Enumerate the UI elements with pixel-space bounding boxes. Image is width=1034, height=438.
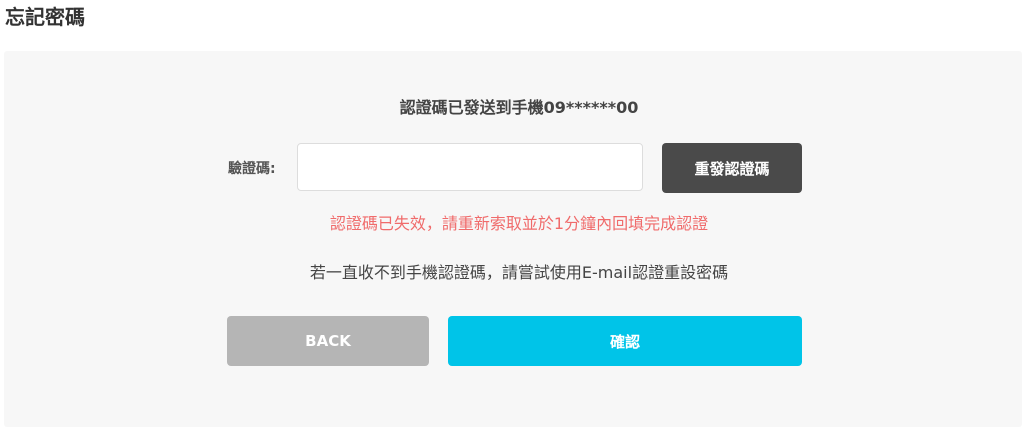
verification-panel: 認證碼已發送到手機09******00 驗證碼: 重發認證碼 認證碼已失效，請重… xyxy=(4,51,1022,427)
verification-code-label: 驗證碼: xyxy=(228,161,276,177)
code-expired-error: 認證碼已失效，請重新索取並於1分鐘內回填完成認證 xyxy=(329,214,709,233)
forgot-password-page: 忘記密碼 認證碼已發送到手機09******00 驗證碼: 重發認證碼 認證碼已… xyxy=(0,0,1034,438)
page-title: 忘記密碼 xyxy=(5,5,85,29)
code-sent-message: 認證碼已發送到手機09******00 xyxy=(399,98,639,117)
resend-code-button[interactable]: 重發認證碼 xyxy=(662,143,802,193)
back-button[interactable]: BACK xyxy=(227,316,429,366)
confirm-button[interactable]: 確認 xyxy=(448,316,802,366)
email-reset-hint: 若一直收不到手機認證碼，請嘗試使用E-mail認證重設密碼 xyxy=(309,263,729,282)
verification-code-input[interactable] xyxy=(297,143,643,191)
